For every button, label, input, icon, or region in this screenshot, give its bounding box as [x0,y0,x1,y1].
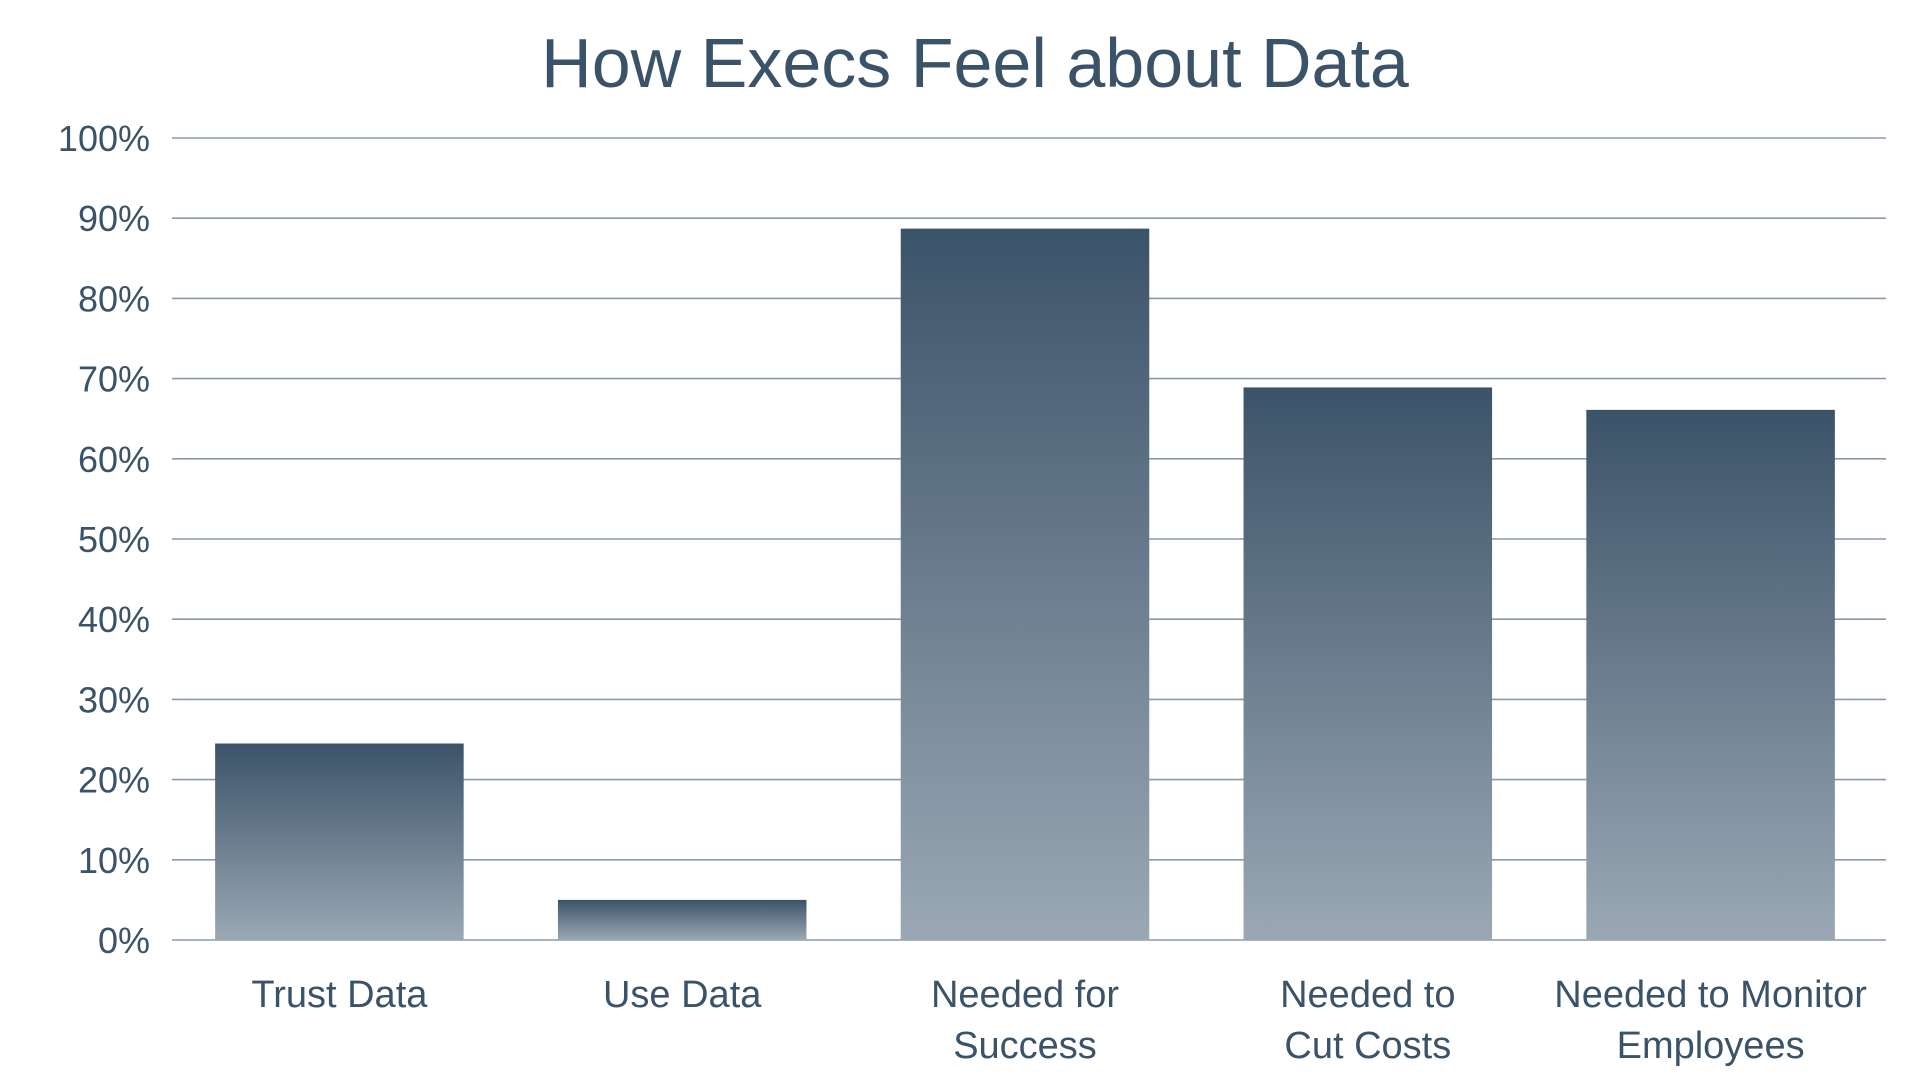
y-tick-label: 10% [78,840,150,881]
y-tick-label: 100% [58,118,150,159]
bar [1586,409,1835,940]
bar [900,228,1150,941]
x-category-label: Employees [1617,1025,1805,1067]
bar-chart: How Execs Feel about Data 0% 10% 20% 30% 40%… [58,24,1886,1067]
y-tick-label: 20% [78,760,150,801]
y-tick-label: 50% [78,519,150,560]
x-category-label: Needed to [1280,974,1455,1016]
x-category-label: Use Data [603,974,762,1016]
y-axis-tick-labels: 0% 10% 20% 30% 40% 50% 60% 70% 80% 90% 100% [58,118,150,961]
bar [557,899,807,940]
y-tick-label: 0% [98,920,150,961]
bars [215,228,1835,941]
y-tick-label: 60% [78,439,150,480]
x-axis-category-labels: Trust Data Use Data Needed for Success Neede… [251,974,1867,1067]
x-category-label: Cut Costs [1284,1025,1451,1067]
y-tick-label: 40% [78,599,150,640]
y-tick-label: 90% [78,198,150,239]
bar [1243,387,1493,940]
y-tick-label: 70% [78,359,150,400]
y-tick-label: 80% [78,278,150,319]
y-tick-label: 30% [78,679,150,720]
bar [215,743,464,940]
x-category-label: Needed to Monitor [1554,974,1867,1016]
x-category-label: Trust Data [251,974,428,1016]
chart-title: How Execs Feel about Data [541,24,1409,102]
x-category-label: Needed for [931,974,1119,1016]
x-category-label: Success [953,1025,1097,1067]
